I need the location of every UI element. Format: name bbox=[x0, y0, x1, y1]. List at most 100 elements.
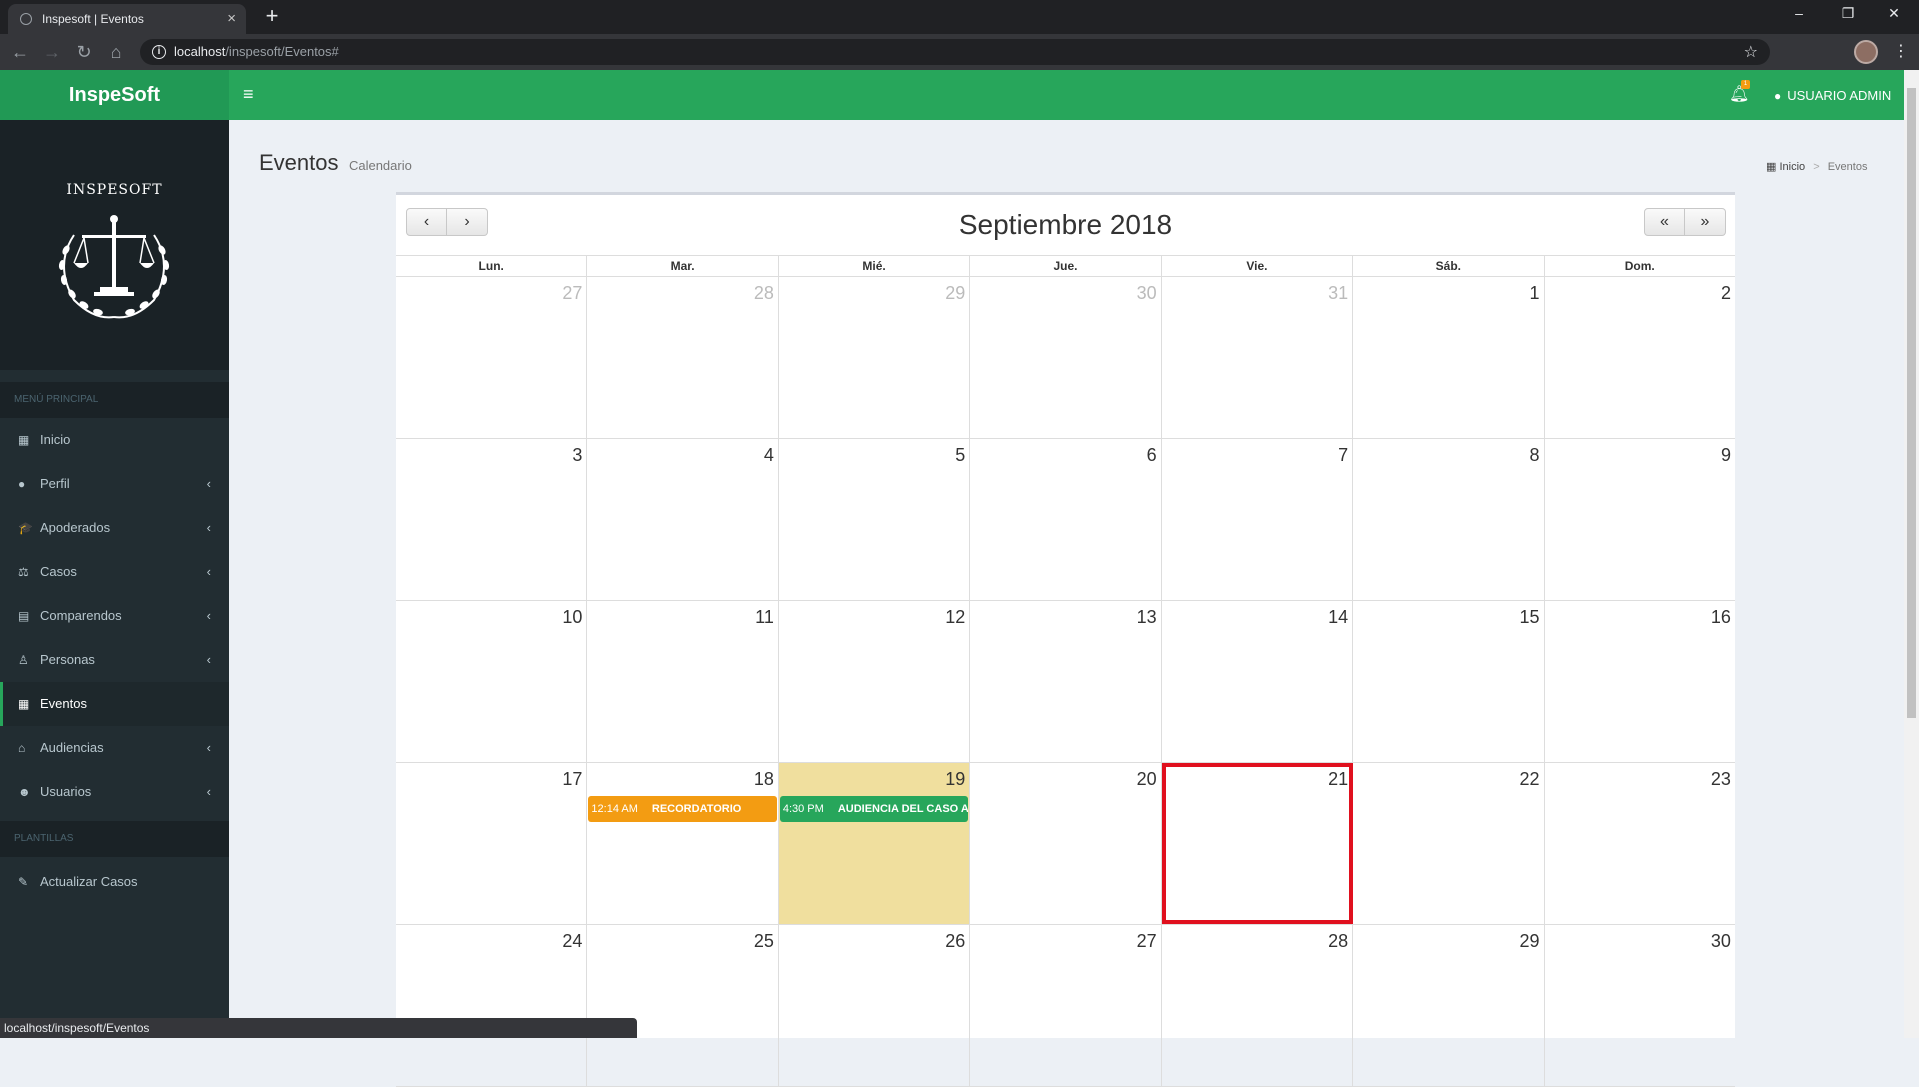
prev-month-button[interactable]: ‹ bbox=[406, 208, 447, 236]
address-bar[interactable]: i localhost/inspesoft/Eventos# ☆ bbox=[140, 39, 1770, 65]
sidebar-item-usuarios[interactable]: ☻ Usuarios ‹ bbox=[0, 770, 229, 814]
day-cell[interactable]: 24 bbox=[396, 925, 588, 1086]
day-cell-selected[interactable]: 21 bbox=[1161, 763, 1354, 924]
home-icon[interactable]: ⌂ bbox=[104, 40, 128, 64]
forward-icon[interactable]: → bbox=[40, 40, 64, 64]
user-icon: ● bbox=[18, 477, 26, 491]
day-cell[interactable]: 6 bbox=[970, 439, 1162, 600]
day-cell[interactable]: 3 bbox=[396, 439, 588, 600]
info-icon[interactable]: i bbox=[152, 45, 166, 59]
close-window-button[interactable]: ✕ bbox=[1874, 5, 1914, 22]
grid-icon: ▦ bbox=[18, 433, 30, 447]
profile-avatar[interactable] bbox=[1854, 40, 1878, 64]
chevron-left-icon: ‹ bbox=[206, 476, 211, 491]
tab-close-icon[interactable]: × bbox=[227, 10, 236, 27]
calendar-event[interactable]: 12:14 AM RECORDATORIO bbox=[588, 796, 777, 822]
day-cell[interactable]: 7 bbox=[1162, 439, 1354, 600]
sidebar-item-casos[interactable]: ⚖ Casos ‹ bbox=[0, 550, 229, 594]
bank-icon: ⌂ bbox=[18, 741, 26, 755]
male-icon: ♙ bbox=[18, 653, 29, 667]
day-cell[interactable]: 9 bbox=[1545, 439, 1735, 600]
sidebar-toggle-icon[interactable]: ≡ bbox=[243, 84, 254, 105]
day-of-week-label: Lun. bbox=[396, 256, 588, 276]
notification-badge: 1 bbox=[1741, 80, 1750, 89]
menu-header-templates: PLANTILLAS bbox=[0, 821, 229, 857]
new-tab-button[interactable]: + bbox=[258, 5, 286, 29]
sidebar-item-personas[interactable]: ♙ Personas ‹ bbox=[0, 638, 229, 682]
week-row: 24 25 26 27 28 29 30 bbox=[396, 925, 1735, 1087]
user-menu[interactable]: ● USUARIO ADMIN bbox=[1774, 88, 1891, 103]
logo-panel: INSPESOFT bbox=[0, 120, 229, 370]
day-cell[interactable]: 15 bbox=[1353, 601, 1545, 762]
day-cell-today[interactable]: 19 4:30 PM AUDIENCIA DEL CASO AMEN bbox=[778, 763, 971, 924]
next-year-button[interactable]: » bbox=[1685, 208, 1726, 236]
day-cell[interactable]: 1 bbox=[1353, 277, 1545, 438]
day-number: 17 bbox=[562, 769, 583, 789]
day-cell[interactable]: 4 bbox=[587, 439, 779, 600]
day-cell[interactable]: 14 bbox=[1162, 601, 1354, 762]
sidebar-item-actualizar-casos[interactable]: ✎ Actualizar Casos bbox=[0, 860, 229, 904]
day-cell[interactable]: 23 bbox=[1545, 763, 1735, 924]
week-row: 10 11 12 13 14 15 16 bbox=[396, 601, 1735, 763]
day-number: 29 bbox=[1519, 931, 1540, 951]
calendar-event[interactable]: 4:30 PM AUDIENCIA DEL CASO AMEN bbox=[779, 796, 969, 822]
sidebar: INSPESOFT MENÚ PRINCIPAL ▦ Inicio ● Perf… bbox=[0, 120, 229, 1038]
day-number: 13 bbox=[1136, 607, 1157, 627]
event-time: 12:14 AM bbox=[591, 803, 638, 815]
day-cell[interactable]: 26 bbox=[779, 925, 971, 1086]
browser-menu-icon[interactable]: ⋮ bbox=[1893, 40, 1909, 64]
day-cell[interactable]: 25 bbox=[587, 925, 779, 1086]
breadcrumb: ▦ Inicio > Eventos bbox=[1766, 160, 1867, 173]
brand-logo[interactable]: InspeSoft bbox=[0, 70, 229, 120]
day-cell[interactable]: 29 bbox=[1353, 925, 1545, 1086]
minimize-button[interactable]: – bbox=[1779, 5, 1819, 21]
day-cell[interactable]: 28 bbox=[1162, 925, 1354, 1086]
day-cell[interactable]: 27 bbox=[970, 925, 1162, 1086]
day-cell[interactable]: 28 bbox=[587, 277, 779, 438]
day-cell[interactable]: 31 bbox=[1162, 277, 1354, 438]
sidebar-item-label: Actualizar Casos bbox=[40, 874, 138, 889]
day-cell[interactable]: 16 bbox=[1545, 601, 1735, 762]
day-cell[interactable]: 13 bbox=[970, 601, 1162, 762]
url-text: localhost/inspesoft/Eventos# bbox=[174, 44, 339, 59]
day-cell[interactable]: 5 bbox=[779, 439, 971, 600]
day-cell[interactable]: 22 bbox=[1353, 763, 1545, 924]
maximize-button[interactable]: ❐ bbox=[1828, 5, 1868, 22]
sidebar-item-apoderados[interactable]: 🎓 Apoderados ‹ bbox=[0, 506, 229, 550]
day-cell[interactable]: 30 bbox=[970, 277, 1162, 438]
next-month-button[interactable]: › bbox=[447, 208, 488, 236]
reload-icon[interactable]: ↻ bbox=[72, 40, 96, 64]
day-of-week-label: Vie. bbox=[1162, 256, 1354, 276]
day-cell[interactable]: 18 12:14 AM RECORDATORIO bbox=[587, 763, 779, 924]
sidebar-item-audiencias[interactable]: ⌂ Audiencias ‹ bbox=[0, 726, 229, 770]
day-cell[interactable]: 30 bbox=[1545, 925, 1735, 1086]
day-cell[interactable]: 2 bbox=[1545, 277, 1735, 438]
day-cell[interactable]: 17 bbox=[396, 763, 588, 924]
day-cell[interactable]: 10 bbox=[396, 601, 588, 762]
back-icon[interactable]: ← bbox=[8, 40, 32, 64]
day-cell[interactable]: 27 bbox=[396, 277, 588, 438]
scrollbar-thumb[interactable] bbox=[1907, 88, 1916, 718]
day-cell[interactable]: 11 bbox=[587, 601, 779, 762]
breadcrumb-home[interactable]: Inicio bbox=[1779, 161, 1805, 173]
sidebar-item-eventos[interactable]: ▦ Eventos bbox=[0, 682, 229, 726]
sidebar-item-perfil[interactable]: ● Perfil ‹ bbox=[0, 462, 229, 506]
day-cell[interactable]: 8 bbox=[1353, 439, 1545, 600]
day-number: 30 bbox=[1710, 931, 1731, 951]
chevron-left-icon: ‹ bbox=[206, 564, 211, 579]
favicon-icon bbox=[20, 13, 32, 25]
sidebar-item-comparendos[interactable]: ▤ Comparendos ‹ bbox=[0, 594, 229, 638]
day-number: 18 bbox=[753, 769, 774, 789]
day-number: 5 bbox=[955, 445, 966, 465]
sidebar-item-inicio[interactable]: ▦ Inicio bbox=[0, 418, 229, 462]
day-cell[interactable]: 29 bbox=[779, 277, 971, 438]
browser-tab[interactable]: Inspesoft | Eventos × bbox=[8, 4, 246, 34]
day-cell[interactable]: 20 bbox=[970, 763, 1162, 924]
day-cell[interactable]: 12 bbox=[779, 601, 971, 762]
day-number: 28 bbox=[753, 283, 774, 303]
bookmark-star-icon[interactable]: ☆ bbox=[1744, 42, 1758, 62]
status-bar: localhost/inspesoft/Eventos bbox=[0, 1018, 637, 1038]
user-icon: ● bbox=[1774, 89, 1782, 103]
page-scrollbar[interactable] bbox=[1904, 70, 1919, 1038]
prev-year-button[interactable]: « bbox=[1644, 208, 1685, 236]
